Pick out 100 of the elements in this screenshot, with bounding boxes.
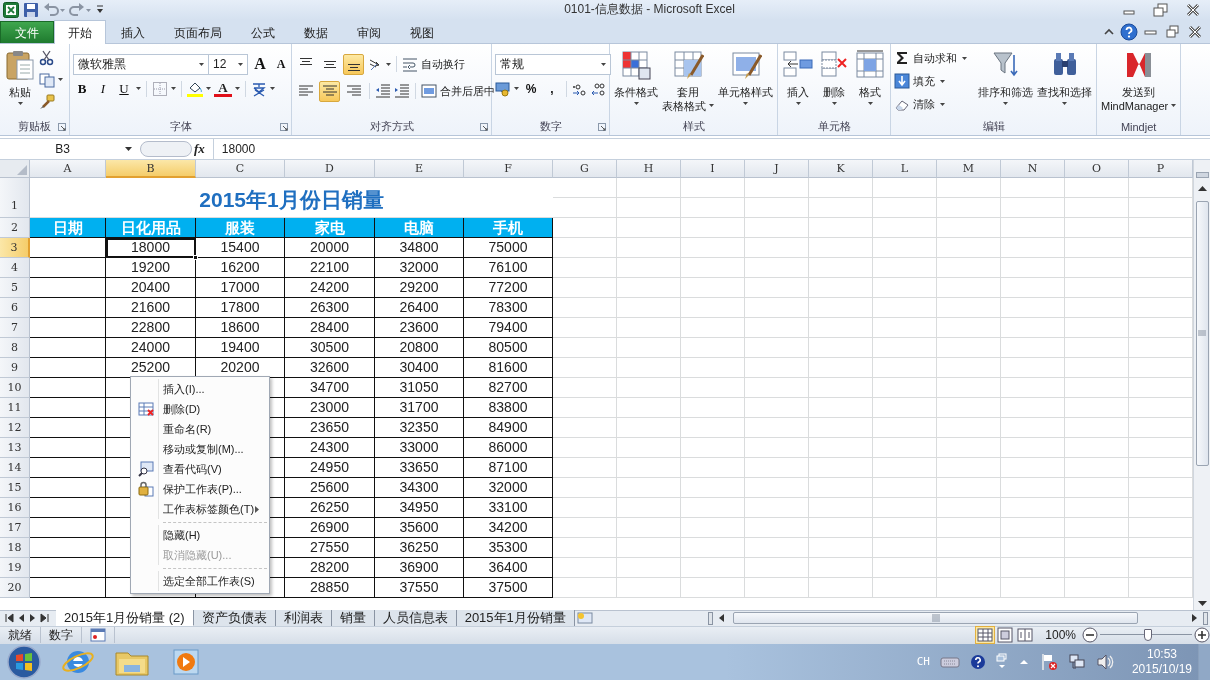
excel-logo-icon[interactable] bbox=[3, 1, 19, 18]
row-header[interactable]: 6 bbox=[0, 297, 30, 318]
menu-item[interactable]: 选定全部工作表(S) bbox=[163, 573, 255, 589]
sheet-tab[interactable]: 销量 bbox=[331, 610, 375, 627]
splitter-handle[interactable] bbox=[140, 140, 192, 157]
fill-button[interactable]: 填充 bbox=[894, 70, 967, 92]
restore-icon[interactable] bbox=[1164, 24, 1182, 39]
ribbon-tab[interactable]: 审阅 bbox=[343, 20, 395, 43]
fill-handle[interactable] bbox=[193, 254, 198, 260]
row-header[interactable]: 12 bbox=[0, 417, 30, 438]
font-size-field[interactable]: 12 bbox=[208, 53, 248, 75]
row-header[interactable]: 20 bbox=[0, 577, 30, 598]
format-painter-icon[interactable] bbox=[39, 93, 55, 110]
scissors-icon[interactable] bbox=[39, 49, 55, 66]
ribbon-button[interactable]: 插入 bbox=[781, 45, 815, 109]
volume-icon[interactable] bbox=[1095, 653, 1114, 671]
menu-item[interactable]: 删除(D) bbox=[163, 401, 201, 417]
close-icon[interactable] bbox=[1186, 24, 1204, 39]
autosum-button[interactable]: 自动求和 bbox=[894, 47, 967, 69]
action-center-flag-icon[interactable] bbox=[1039, 653, 1058, 671]
network-icon[interactable] bbox=[1067, 653, 1086, 671]
row-header[interactable]: 3 bbox=[0, 237, 30, 258]
split-handle[interactable] bbox=[1195, 171, 1209, 178]
sheet-tab[interactable]: 2015年1月份销量 bbox=[456, 610, 575, 627]
currency-icon[interactable] bbox=[495, 80, 511, 97]
ribbon-button[interactable]: 套用 表格格式 bbox=[661, 45, 715, 113]
ribbon-tab[interactable]: 公式 bbox=[237, 20, 289, 43]
insert-function-button[interactable]: fx bbox=[194, 140, 205, 157]
decrease-indent-icon[interactable] bbox=[375, 83, 391, 100]
last-sheet-icon[interactable] bbox=[40, 613, 50, 624]
split-handle[interactable] bbox=[708, 612, 713, 625]
row-header[interactable]: 8 bbox=[0, 337, 30, 358]
help-icon[interactable] bbox=[969, 654, 986, 670]
ribbon-tab[interactable]: 数据 bbox=[290, 20, 342, 43]
menu-item[interactable]: 插入(I)... bbox=[163, 381, 205, 397]
row-header[interactable]: 9 bbox=[0, 357, 30, 378]
row-header[interactable]: 15 bbox=[0, 477, 30, 498]
dialog-launcher-icon[interactable] bbox=[598, 122, 606, 131]
fill-color-icon[interactable] bbox=[187, 80, 203, 97]
zoom-in-icon[interactable] bbox=[1194, 627, 1210, 644]
italic-button[interactable]: I bbox=[94, 80, 112, 97]
row-header[interactable]: 11 bbox=[0, 397, 30, 418]
ribbon-button[interactable]: 查找和选择 bbox=[1036, 45, 1093, 109]
row-header[interactable]: 19 bbox=[0, 557, 30, 578]
file-tab[interactable]: 文件 bbox=[0, 20, 54, 43]
menu-item[interactable]: 移动或复制(M)... bbox=[163, 441, 244, 457]
scroll-thumb[interactable] bbox=[1195, 200, 1209, 466]
increase-indent-icon[interactable] bbox=[394, 83, 410, 100]
row-header[interactable]: 4 bbox=[0, 257, 30, 278]
row-header[interactable]: 13 bbox=[0, 437, 30, 458]
grow-font-button[interactable]: A bbox=[251, 55, 269, 74]
number-format-field[interactable]: 常规 bbox=[495, 53, 611, 75]
percent-button[interactable]: % bbox=[522, 81, 540, 96]
row-header[interactable]: 16 bbox=[0, 497, 30, 518]
scroll-thumb[interactable] bbox=[733, 612, 1138, 625]
slider-thumb[interactable] bbox=[1143, 629, 1152, 642]
underline-button[interactable]: U bbox=[115, 80, 133, 97]
window-switch-icon[interactable] bbox=[995, 653, 1008, 671]
ribbon-tab[interactable]: 页面布局 bbox=[160, 20, 236, 43]
zoom-level[interactable]: 100% bbox=[1035, 628, 1082, 643]
ribbon-tab[interactable]: 视图 bbox=[396, 20, 448, 43]
dialog-launcher-icon[interactable] bbox=[58, 122, 66, 131]
start-button-icon[interactable] bbox=[4, 644, 44, 680]
row-header[interactable]: 7 bbox=[0, 317, 30, 338]
ribbon-tab[interactable]: 开始 bbox=[54, 19, 106, 44]
row-header[interactable]: 1 bbox=[0, 177, 30, 218]
split-handle[interactable] bbox=[1203, 612, 1208, 625]
row-header[interactable]: 14 bbox=[0, 457, 30, 478]
menu-item[interactable]: 查看代码(V) bbox=[163, 461, 222, 477]
font-color-button[interactable]: A bbox=[214, 80, 232, 97]
menu-item[interactable]: 工作表标签颜色(T) bbox=[163, 501, 255, 517]
clear-button[interactable]: 清除 bbox=[894, 93, 967, 115]
save-icon[interactable] bbox=[23, 1, 39, 18]
ribbon-button[interactable]: 排序和筛选 bbox=[977, 45, 1034, 109]
selected-cell[interactable]: 18000 bbox=[106, 237, 196, 258]
row-header[interactable]: 17 bbox=[0, 517, 30, 538]
sheet-tab[interactable]: 人员信息表 bbox=[374, 610, 457, 627]
sheet-tab[interactable]: 利润表 bbox=[275, 610, 332, 627]
help-icon[interactable] bbox=[1120, 22, 1138, 41]
decrease-decimal-icon[interactable] bbox=[591, 80, 607, 97]
dialog-launcher-icon[interactable] bbox=[480, 122, 488, 131]
sheet-tab[interactable]: 2015年1月份销量 (2) bbox=[56, 610, 194, 627]
ribbon-tab[interactable]: 插入 bbox=[107, 20, 159, 43]
bold-button[interactable]: B bbox=[73, 80, 91, 97]
view-button[interactable] bbox=[1015, 626, 1036, 645]
ribbon-button[interactable]: 发送到 MindManager bbox=[1100, 45, 1178, 113]
zoom-out-icon[interactable] bbox=[1082, 627, 1098, 644]
wrap-text-button[interactable]: 自动换行 bbox=[402, 53, 465, 75]
phonetic-guide-icon[interactable] bbox=[251, 80, 267, 97]
formula-field[interactable]: 18000 bbox=[212, 138, 1210, 159]
ribbon-button[interactable]: 格式 bbox=[853, 45, 887, 109]
row-header[interactable]: 2 bbox=[0, 217, 30, 238]
ribbon-button[interactable]: 单元格样式 bbox=[717, 45, 774, 109]
undo-icon[interactable] bbox=[43, 1, 65, 18]
name-box[interactable]: B3 bbox=[0, 139, 136, 158]
first-sheet-icon[interactable] bbox=[4, 613, 14, 624]
zoom-slider[interactable] bbox=[1100, 628, 1192, 643]
sheet-tab[interactable]: 资产负债表 bbox=[193, 610, 276, 627]
dialog-launcher-icon[interactable] bbox=[280, 122, 288, 131]
menu-item[interactable]: 重命名(R) bbox=[163, 421, 212, 437]
